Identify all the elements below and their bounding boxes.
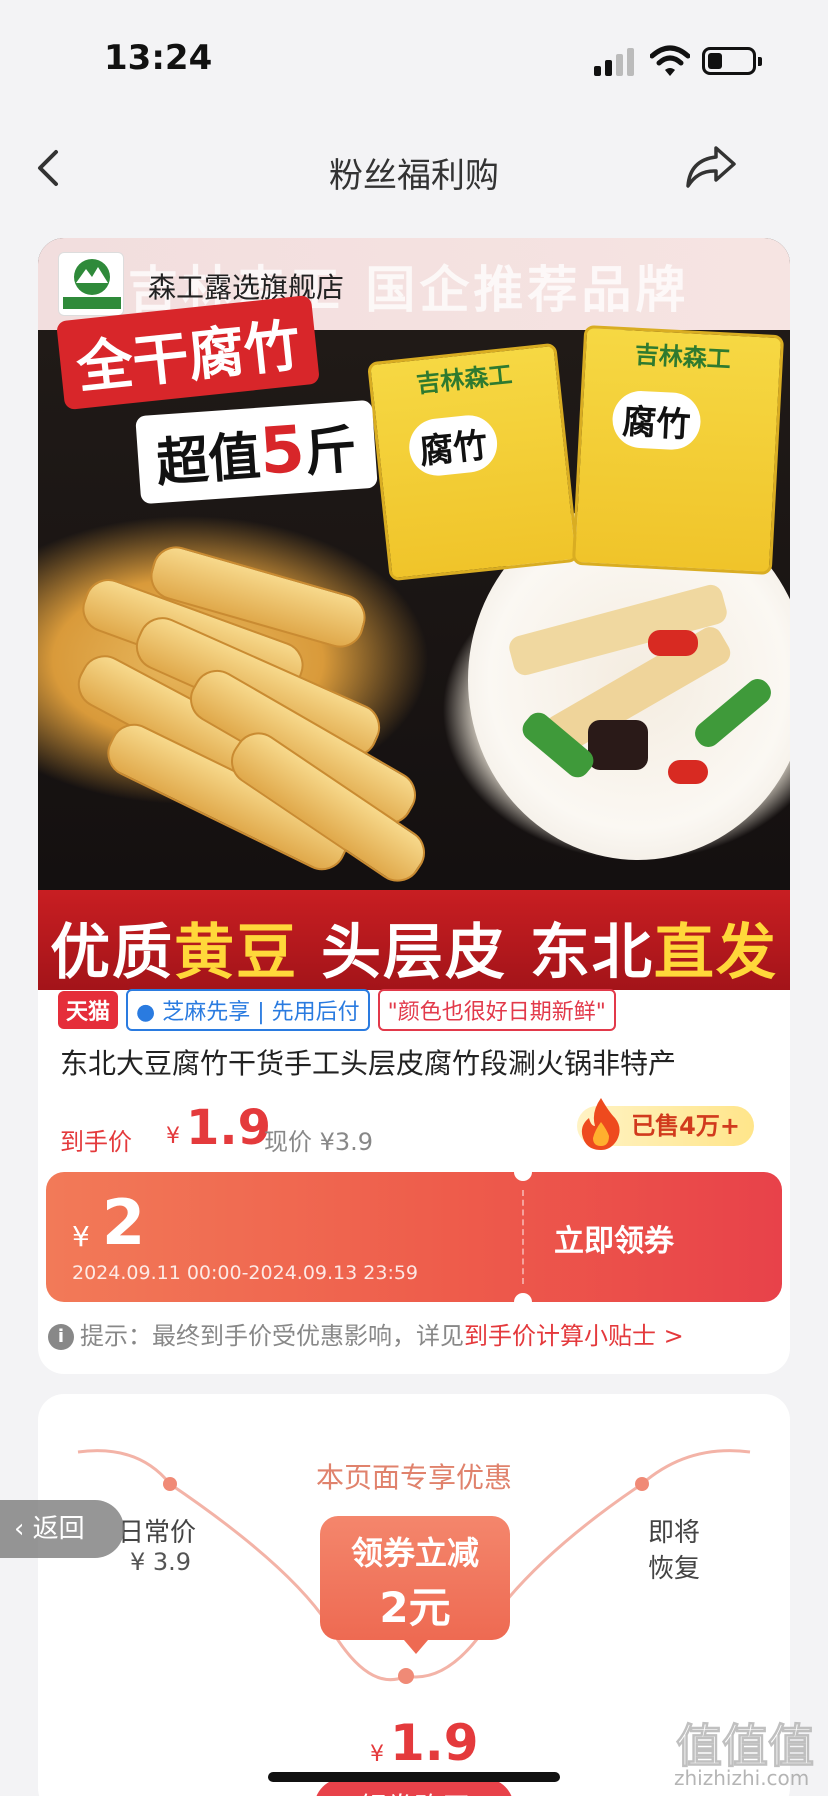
droplet-icon: ●	[136, 1000, 163, 1025]
promo-badge-white: 超值5斤	[135, 399, 378, 505]
zhima-tag-label: 芝麻先享 | 先用后付	[162, 1000, 360, 1025]
regular-price-value: ¥ 3.9	[130, 1548, 192, 1576]
package-image-1: 吉林森工 腐竹	[367, 342, 579, 582]
exclusive-final-price: 1.9	[390, 1714, 479, 1772]
price-row: 到手价 ¥ 1.9 现价 ¥3.9 已售4万+	[60, 1098, 770, 1160]
coupon-notch-bottom	[514, 1293, 532, 1302]
floating-back-label: 返回	[32, 1514, 85, 1544]
coupon-amount: 2	[102, 1186, 146, 1259]
curve-point-bottom	[398, 1668, 414, 1684]
signal-icon	[594, 48, 638, 76]
product-tags: 天猫 ● 芝麻先享 | 先用后付 "颜色也很好日期新鲜"	[58, 989, 616, 1031]
package-name: 腐竹	[611, 389, 702, 452]
sold-count: 已售4万+	[631, 1112, 740, 1140]
share-icon[interactable]	[682, 142, 738, 192]
store-name[interactable]: 森工露选旗舰店	[148, 266, 344, 306]
package-image-2: 吉林森工 腐竹	[571, 324, 785, 576]
price-tips-link[interactable]: 到手价计算小贴士 >	[464, 1322, 684, 1350]
zhima-tag: ● 芝麻先享 | 先用后付	[126, 989, 370, 1031]
package-brand: 吉林森工	[634, 340, 732, 374]
chevron-left-icon: ‹	[14, 1514, 33, 1544]
sold-count-badge: 已售4万+	[577, 1098, 754, 1150]
floating-back-button[interactable]: ‹ 返回	[0, 1500, 124, 1558]
coupon-discount-bubble: 领券立减 2元	[320, 1516, 510, 1654]
nav-bar: 粉丝福利购	[0, 130, 828, 210]
product-title[interactable]: 东北大豆腐竹干货手工头层皮腐竹段涮火锅非特产	[60, 1042, 770, 1082]
coupon-divider	[522, 1190, 524, 1284]
tmall-tag: 天猫	[58, 991, 119, 1029]
final-price-label: 到手价	[60, 1128, 132, 1156]
store-logo-icon	[63, 259, 121, 309]
promo-prefix: 超值	[154, 426, 263, 494]
banner-part2: 黄豆	[174, 918, 299, 988]
fire-icon	[582, 1098, 620, 1150]
product-hero-image[interactable]: 吉林森工 国企推荐品牌 森工露选旗舰店 吉林森工 腐竹 吉林森工 腐竹 全干腐竹…	[38, 238, 790, 990]
promo-highlight: 5	[257, 412, 308, 490]
coupon-validity: 2024.09.11 00:00-2024.09.13 23:59	[72, 1262, 419, 1284]
final-price: 1.9	[186, 1100, 272, 1156]
hero-bottom-banner-text: 优质黄豆 头层皮 东北直发	[38, 904, 790, 990]
restore-label-line1: 即将	[648, 1518, 701, 1548]
hint-text: 提示：最终到手价受优惠影响，详见	[80, 1322, 464, 1350]
product-card: 吉林森工 国企推荐品牌 森工露选旗舰店 吉林森工 腐竹 吉林森工 腐竹 全干腐竹…	[38, 238, 790, 1374]
price-hint: i 提示：最终到手价受优惠影响，详见到手价计算小贴士 >	[48, 1316, 684, 1356]
exclusive-currency: ¥	[370, 1742, 384, 1767]
banner-part1: 优质	[50, 918, 175, 988]
coupon-currency: ¥	[72, 1220, 90, 1253]
currency-symbol: ¥	[166, 1124, 180, 1149]
hero-bottom-banner: 优质黄豆 头层皮 东北直发	[38, 890, 790, 990]
wifi-icon	[650, 45, 690, 76]
info-icon: i	[48, 1324, 74, 1350]
exclusive-title: 本页面专享优惠	[315, 1461, 512, 1494]
banner-part4: 直发	[653, 918, 778, 988]
claim-coupon-button[interactable]: 立即领券	[554, 1216, 674, 1260]
discount-bubble-line1: 领券立减	[350, 1534, 479, 1572]
package-name: 腐竹	[406, 412, 500, 479]
watermark-url: zhizhizhi.com	[674, 1766, 810, 1790]
banner-part3: 头层皮 东北	[298, 918, 654, 988]
current-price: 现价 ¥3.9	[264, 1128, 374, 1156]
store-logo[interactable]	[58, 252, 124, 316]
battery-icon	[702, 47, 762, 75]
package-brand: 吉林森工	[415, 360, 514, 399]
product-photo: 吉林森工 腐竹 吉林森工 腐竹	[38, 324, 790, 891]
coupon-notch-top	[514, 1172, 532, 1181]
review-quote-tag: "颜色也很好日期新鲜"	[377, 989, 616, 1031]
promo-suffix: 斤	[302, 420, 359, 484]
coupon-card[interactable]: ¥ 2 2024.09.11 00:00-2024.09.13 23:59 立即…	[46, 1172, 782, 1302]
status-time: 13:24	[104, 38, 213, 78]
tofu-skin-sticks	[68, 530, 458, 891]
discount-bubble-line2: 2元	[379, 1583, 451, 1632]
status-bar: 13:24	[0, 0, 828, 120]
regular-price-label: 日常价	[118, 1518, 197, 1548]
restore-label-line2: 恢复	[648, 1554, 701, 1584]
home-indicator[interactable]	[268, 1772, 560, 1782]
